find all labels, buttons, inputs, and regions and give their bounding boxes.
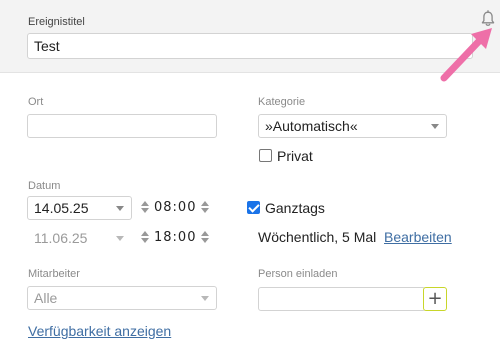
mitarbeiter-select[interactable]: Alle <box>27 286 217 310</box>
start-date-select[interactable]: 14.05.25 <box>27 196 132 220</box>
mitarbeiter-value: Alle <box>34 290 58 306</box>
recurrence-edit-link[interactable]: Bearbeiten <box>384 229 452 245</box>
ganztags-checkbox[interactable] <box>247 201 260 214</box>
up-arrow-icon <box>141 231 149 236</box>
person-input[interactable] <box>258 287 426 311</box>
chevron-down-icon <box>431 124 439 129</box>
end-time-hour-stepper[interactable] <box>140 228 150 246</box>
end-time-minute-stepper[interactable] <box>200 228 210 246</box>
chevron-down-icon <box>116 236 124 241</box>
chevron-down-icon <box>201 296 209 301</box>
up-arrow-icon <box>201 231 210 236</box>
ort-label: Ort <box>28 96 44 108</box>
down-arrow-icon <box>141 208 149 213</box>
ort-input[interactable] <box>27 114 217 138</box>
start-time-hour-stepper[interactable] <box>140 198 150 216</box>
datum-label: Datum <box>28 180 61 192</box>
end-time-field[interactable]: 18:00 <box>140 228 210 246</box>
up-arrow-icon <box>201 201 210 206</box>
up-arrow-icon <box>141 201 149 206</box>
down-arrow-icon <box>141 238 149 243</box>
start-time-value: 08:00 <box>154 199 197 215</box>
kategorie-select[interactable]: »Automatisch« <box>258 114 447 138</box>
kategorie-label: Kategorie <box>258 96 306 108</box>
end-date-select[interactable]: 11.06.25 <box>27 226 132 250</box>
chevron-down-icon <box>116 206 124 211</box>
kategorie-value: »Automatisch« <box>265 118 358 134</box>
down-arrow-icon <box>201 238 210 243</box>
end-date-value: 11.06.25 <box>34 230 88 246</box>
availability-link[interactable]: Verfügbarkeit anzeigen <box>28 323 171 339</box>
title-label: Ereignistitel <box>28 16 85 28</box>
annotation-arrow <box>440 28 492 82</box>
start-date-value: 14.05.25 <box>34 200 89 216</box>
start-time-field[interactable]: 08:00 <box>140 198 210 216</box>
privat-label: Privat <box>277 148 313 164</box>
title-input[interactable]: Test <box>27 33 473 59</box>
end-time-value: 18:00 <box>154 229 197 245</box>
recurrence-text: Wöchentlich, 5 Mal <box>258 229 377 245</box>
privat-checkbox[interactable] <box>259 149 272 162</box>
down-arrow-icon <box>201 208 210 213</box>
add-person-button[interactable]: + <box>423 287 447 311</box>
ganztags-label: Ganztags <box>265 200 325 216</box>
start-time-minute-stepper[interactable] <box>200 198 210 216</box>
mitarbeiter-label: Mitarbeiter <box>28 268 80 280</box>
person-label: Person einladen <box>258 268 338 280</box>
